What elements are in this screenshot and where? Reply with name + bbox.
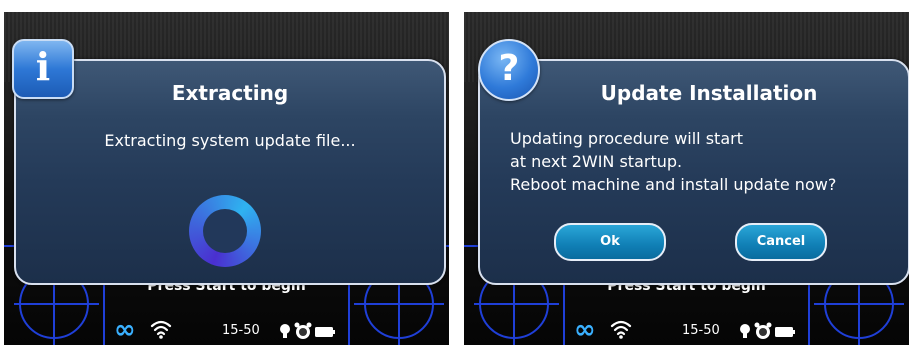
dialog-message: Updating procedure will start at next 2W… bbox=[510, 127, 836, 196]
extracting-screen: Press Start to begin ∞ 15-50 Extracting … bbox=[4, 12, 449, 345]
wifi-icon bbox=[610, 319, 632, 343]
update-installation-screen: Press Start to begin ∞ 15-50 Update Inst… bbox=[464, 12, 909, 345]
question-glyph: ? bbox=[498, 48, 520, 89]
status-bar: ∞ 15-50 bbox=[562, 315, 812, 345]
infinity-link-icon: ∞ bbox=[574, 315, 596, 345]
battery-icon bbox=[775, 327, 795, 337]
wifi-icon bbox=[150, 319, 172, 343]
infinity-link-icon: ∞ bbox=[114, 315, 136, 345]
update-installation-dialog: Update Installation Updating procedure w… bbox=[478, 59, 909, 285]
progress-spinner bbox=[189, 195, 261, 267]
bulb-icon bbox=[280, 324, 290, 338]
info-icon: i bbox=[12, 39, 74, 99]
info-glyph: i bbox=[35, 44, 51, 89]
bulb-icon bbox=[740, 324, 750, 338]
question-icon: ? bbox=[478, 39, 540, 101]
cancel-button[interactable]: Cancel bbox=[735, 223, 827, 261]
message-line: at next 2WIN startup. bbox=[510, 152, 683, 171]
dialog-title: Extracting bbox=[171, 81, 289, 105]
alarm-clock-icon bbox=[294, 322, 312, 339]
message-line: Reboot machine and install update now? bbox=[510, 175, 837, 194]
dialog-title: Update Installation bbox=[600, 81, 818, 105]
battery-icon bbox=[315, 327, 335, 337]
clock-time: 15-50 bbox=[682, 323, 720, 338]
clock-time: 15-50 bbox=[222, 323, 260, 338]
message-line: Updating procedure will start bbox=[510, 129, 743, 148]
dialog-message: Extracting system update file... bbox=[104, 131, 356, 150]
status-icons bbox=[738, 321, 798, 345]
ok-button[interactable]: Ok bbox=[554, 223, 666, 261]
alarm-clock-icon bbox=[754, 322, 772, 339]
status-icons bbox=[278, 321, 338, 345]
status-bar: ∞ 15-50 bbox=[102, 315, 352, 345]
